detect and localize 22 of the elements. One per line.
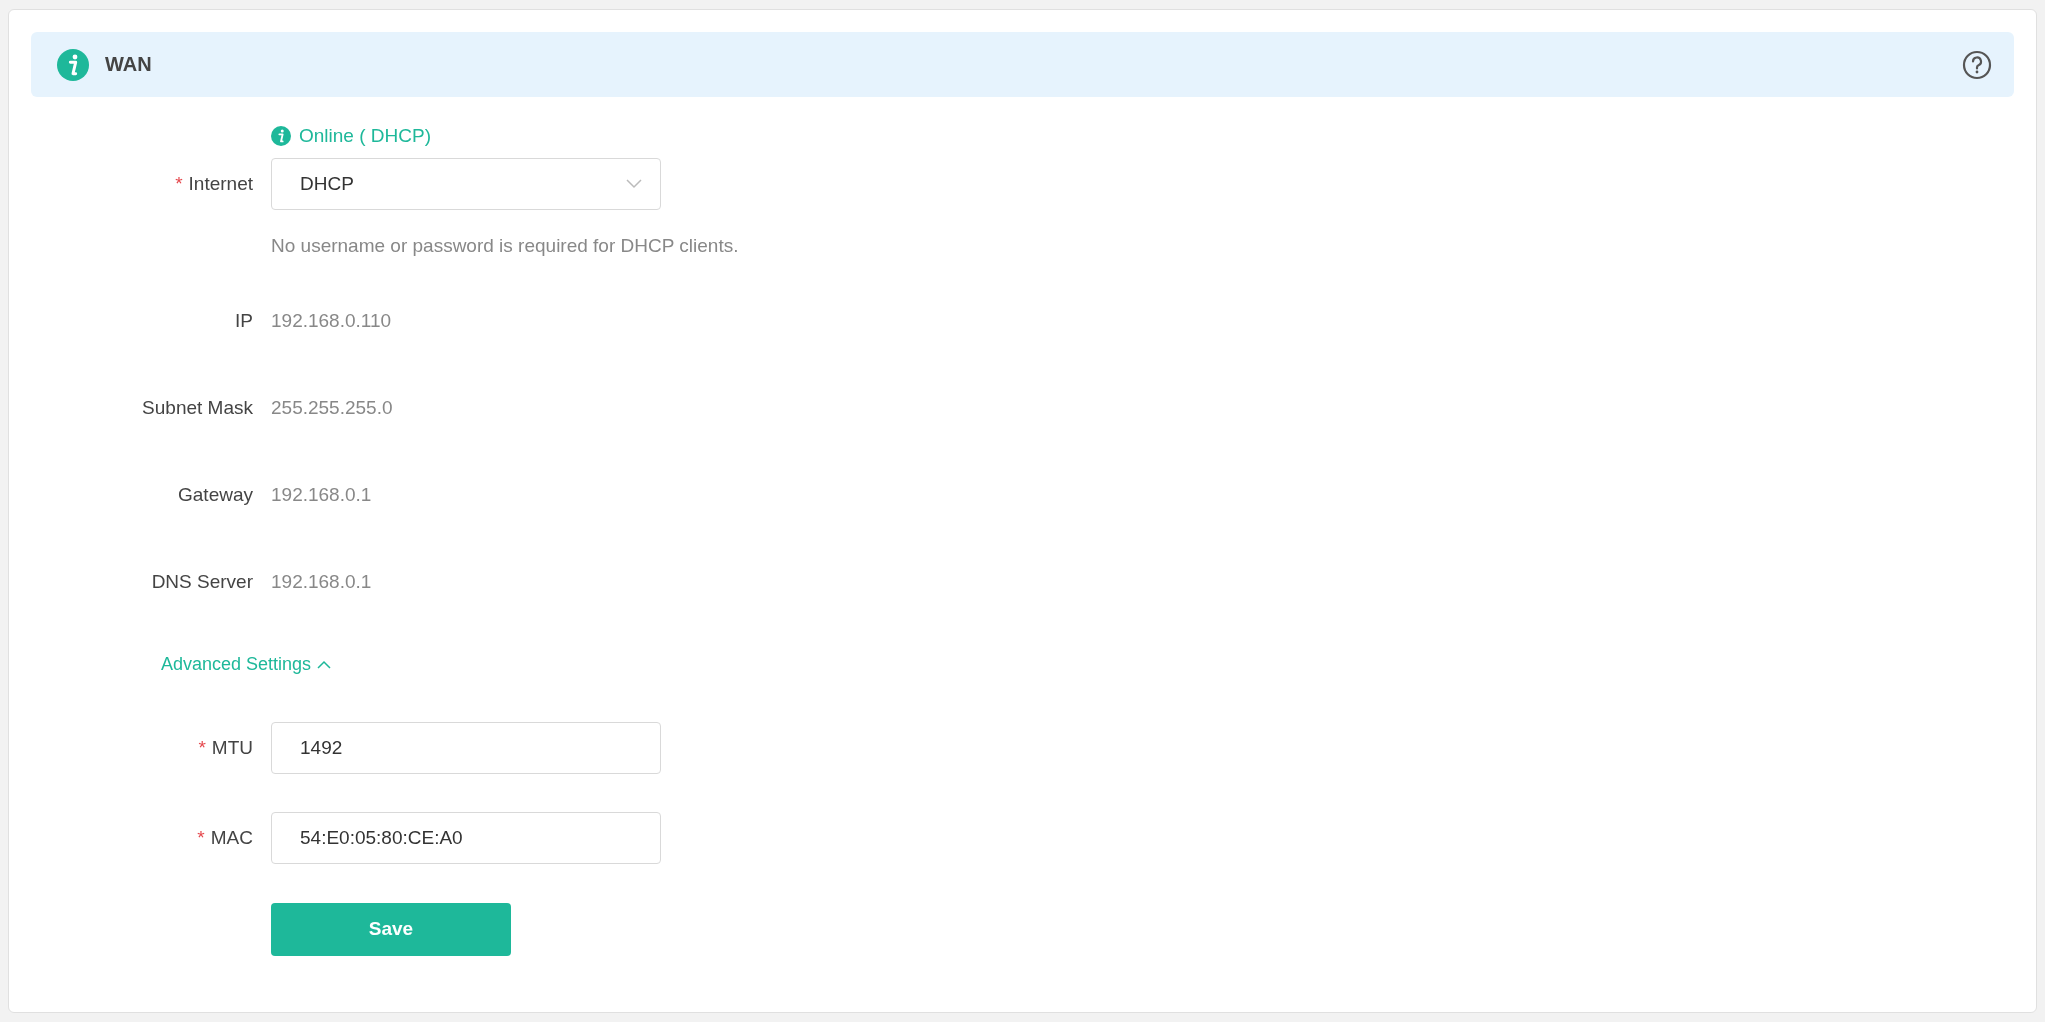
- connection-status: Online ( DHCP): [271, 125, 2014, 147]
- hint-text: No username or password is required for DHCP clients.: [271, 235, 740, 257]
- internet-select[interactable]: DHCP: [271, 158, 661, 210]
- field-label: Gateway: [178, 483, 253, 506]
- text-input[interactable]: 1492: [271, 722, 661, 774]
- field-value: 192.168.0.110: [271, 309, 393, 332]
- chevron-down-icon: [626, 179, 642, 189]
- field-label: DNS Server: [151, 570, 253, 593]
- text-input[interactable]: 54:E0:05:80:CE:A0: [271, 812, 661, 864]
- field-label: * MAC: [197, 827, 253, 849]
- info-icon: [57, 48, 89, 81]
- field-label: IP: [235, 309, 253, 332]
- section-title: WAN: [105, 53, 153, 76]
- field-value: 192.168.0.1: [271, 570, 373, 593]
- field-label: Subnet Mask: [142, 396, 253, 419]
- help-icon[interactable]: [1962, 49, 1992, 80]
- field-value: 192.168.0.1: [271, 483, 373, 506]
- chevron-icon: [317, 659, 331, 669]
- info-icon: [271, 126, 291, 146]
- field-value: 255.255.255.0: [271, 396, 394, 419]
- field-label: * Internet: [175, 173, 253, 195]
- field-label: * MTU: [198, 737, 253, 759]
